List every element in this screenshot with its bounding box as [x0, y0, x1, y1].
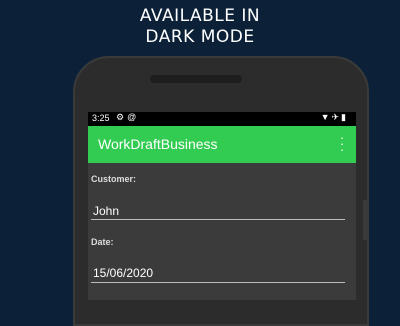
customer-field[interactable]: John	[93, 204, 119, 218]
promo-headline: AVAILABLE IN DARK MODE	[0, 6, 400, 48]
battery-icon: ▮	[341, 112, 348, 122]
headline-line-1: AVAILABLE IN	[139, 6, 261, 26]
at-sign-icon: @	[127, 112, 140, 122]
wifi-icon: ▼	[320, 112, 332, 122]
airplane-icon: ✈	[331, 112, 342, 122]
date-label: Date:	[91, 237, 114, 247]
customer-field-underline	[91, 219, 345, 220]
gear-icon: ⚙	[116, 112, 128, 122]
phone-screen: 3:25 ⚙@ ▼✈▮ WorkDraftBusiness · · · Custom…	[88, 112, 356, 300]
app-bar: WorkDraftBusiness · · ·	[88, 126, 356, 163]
overflow-menu-icon[interactable]: · · ·	[338, 131, 346, 156]
customer-label: Customer:	[91, 174, 137, 184]
status-bar: 3:25 ⚙@ ▼✈▮	[88, 112, 356, 126]
date-field[interactable]: 15/06/2020	[93, 266, 153, 280]
app-title: WorkDraftBusiness	[98, 136, 218, 152]
headline-line-2: DARK MODE	[145, 27, 255, 47]
phone-speaker	[150, 75, 242, 83]
date-field-underline	[91, 282, 345, 283]
phone-side-button	[363, 200, 367, 240]
status-time: 3:25	[92, 113, 110, 123]
